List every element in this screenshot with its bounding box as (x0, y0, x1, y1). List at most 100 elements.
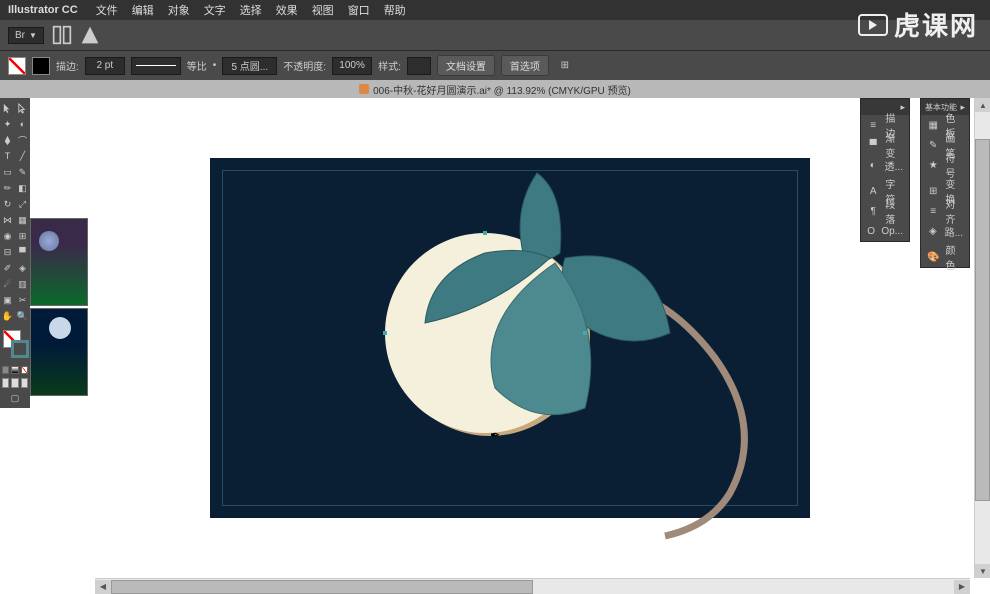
panel-gradient[interactable]: ▀渐变 (861, 135, 909, 155)
work-area: ✦◐ ⌒ T╱ ▭✎ ✏◧ ↻⤢ ⋈▦ ◉⊞ ⊟▀ ✐◈ ☄▥ ▣✂ ✋🔍 ▢ (0, 98, 990, 594)
shaper-tool[interactable]: ✏ (0, 180, 15, 196)
rotate-tool[interactable]: ↻ (0, 196, 15, 212)
color-mode-none[interactable] (21, 366, 28, 374)
document-title: 006-中秋-花好月圆演示.ai* @ 113.92% (CMYK/GPU 预览… (373, 82, 631, 97)
stroke-color-icon[interactable] (11, 340, 29, 358)
anchor-point (483, 231, 487, 235)
draw-behind[interactable] (11, 378, 18, 388)
menu-effect[interactable]: 效果 (276, 2, 298, 18)
character-panel-icon: A (867, 184, 879, 198)
eraser-tool[interactable]: ◧ (15, 180, 30, 196)
paintbrush-tool[interactable]: ✎ (15, 164, 30, 180)
document-tab[interactable]: 006-中秋-花好月圆演示.ai* @ 113.92% (CMYK/GPU 预览… (359, 82, 631, 97)
menu-select[interactable]: 选择 (240, 2, 262, 18)
app-bar: Br▼ (0, 20, 990, 50)
color-mode-solid[interactable] (2, 366, 9, 374)
blend-tool[interactable]: ◈ (15, 260, 30, 276)
color-panel-icon: ▦ (927, 118, 939, 132)
canvas-viewport[interactable]: ✒ (95, 98, 970, 574)
menu-object[interactable]: 对象 (168, 2, 190, 18)
panel-align[interactable]: ≡对齐 (921, 201, 969, 221)
transform-panel-icon: ⊞ (927, 184, 939, 198)
style-dropdown[interactable] (407, 57, 431, 75)
graph-tool[interactable]: ▥ (15, 276, 30, 292)
scroll-left-button[interactable]: ◀ (95, 580, 111, 594)
anchor-point (583, 331, 587, 335)
perspective-tool[interactable]: ⊞ (15, 228, 30, 244)
bridge-dropdown[interactable]: Br▼ (8, 27, 44, 44)
app-name: Illustrator CC (8, 4, 78, 16)
line-tool[interactable]: ╱ (15, 148, 30, 164)
align-icon[interactable]: ⊞ (555, 56, 575, 76)
artboard-tool[interactable]: ▣ (0, 292, 15, 308)
scroll-thumb-v[interactable] (975, 139, 990, 501)
fill-swatch[interactable] (8, 57, 26, 75)
stroke-profile-label: 等比 (187, 58, 207, 73)
shape-builder-tool[interactable]: ◉ (0, 228, 15, 244)
menu-window[interactable]: 窗口 (348, 2, 370, 18)
selection-tool[interactable] (0, 100, 15, 116)
leaf-top (520, 173, 561, 261)
panel-group-left: ▸ ≡描边 ▀渐变 ◐透... A字符 ¶段落 OOp... (860, 98, 910, 242)
vertical-scrollbar[interactable]: ▲ ▼ (974, 98, 990, 578)
gpu-icon[interactable] (80, 25, 100, 45)
style-label: 样式: (378, 58, 401, 73)
lasso-tool[interactable]: ◐ (15, 116, 30, 132)
screen-mode-button[interactable]: ▢ (0, 390, 30, 406)
zoom-tool[interactable]: 🔍 (15, 308, 30, 324)
slice-tool[interactable]: ✂ (15, 292, 30, 308)
artboard-thumbnails (30, 218, 90, 398)
scroll-up-button[interactable]: ▲ (975, 98, 990, 112)
panel-pathfinder[interactable]: ◈路... (921, 221, 969, 241)
draw-normal[interactable] (2, 378, 9, 388)
width-tool[interactable]: ⋈ (0, 212, 15, 228)
draw-inside[interactable] (21, 378, 28, 388)
menu-view[interactable]: 视图 (312, 2, 334, 18)
type-tool[interactable]: T (0, 148, 15, 164)
brush-dropdown[interactable]: 5 点圆... (222, 57, 277, 75)
hand-tool[interactable]: ✋ (0, 308, 15, 324)
preferences-button[interactable]: 首选项 (501, 55, 549, 76)
pen-cursor-icon: ✒ (490, 428, 500, 442)
artwork (95, 98, 965, 574)
scroll-down-button[interactable]: ▼ (975, 564, 990, 578)
stroke-weight-input[interactable]: 2 pt (85, 57, 125, 75)
eyedropper-tool[interactable]: ✐ (0, 260, 15, 276)
anchor-point (383, 331, 387, 335)
watermark-text: 虎课网 (894, 6, 978, 43)
scroll-right-button[interactable]: ▶ (954, 580, 970, 594)
menu-edit[interactable]: 编辑 (132, 2, 154, 18)
scroll-thumb-h[interactable] (111, 580, 533, 594)
menu-type[interactable]: 文字 (204, 2, 226, 18)
panel-group-right: 基本功能▸ ▦色板 ✎画笔 ★符号 ⊞变换 ≡对齐 ◈路... 🎨颜色 (920, 98, 970, 268)
gradient-tool[interactable]: ▀ (15, 244, 30, 260)
transparency-panel-icon: ◐ (867, 158, 879, 172)
menu-file[interactable]: 文件 (96, 2, 118, 18)
free-transform-tool[interactable]: ▦ (15, 212, 30, 228)
document-setup-button[interactable]: 文档设置 (437, 55, 495, 76)
rectangle-tool[interactable]: ▭ (0, 164, 15, 180)
direct-selection-tool[interactable] (15, 100, 30, 116)
magic-wand-tool[interactable]: ✦ (0, 116, 15, 132)
stroke-profile-dropdown[interactable] (131, 57, 181, 75)
panel-swatches[interactable]: 🎨颜色 (921, 247, 969, 267)
curvature-tool[interactable]: ⌒ (15, 132, 30, 148)
menu-help[interactable]: 帮助 (384, 2, 406, 18)
horizontal-scrollbar[interactable]: ◀ ▶ (95, 578, 970, 594)
gradient-panel-icon: ▀ (867, 138, 879, 152)
mesh-tool[interactable]: ⊟ (0, 244, 15, 260)
toolbox: ✦◐ ⌒ T╱ ▭✎ ✏◧ ↻⤢ ⋈▦ ◉⊞ ⊟▀ ✐◈ ☄▥ ▣✂ ✋🔍 ▢ (0, 98, 30, 408)
scale-tool[interactable]: ⤢ (15, 196, 30, 212)
arrange-docs-icon[interactable] (52, 25, 72, 45)
stroke-swatch[interactable] (32, 57, 50, 75)
fill-stroke-control[interactable] (0, 328, 30, 364)
panel-transparency[interactable]: ◐透... (861, 155, 909, 175)
color-mode-gradient[interactable] (11, 366, 18, 374)
symbol-sprayer-tool[interactable]: ☄ (0, 276, 15, 292)
thumbnail-2[interactable] (30, 308, 88, 396)
thumbnail-1[interactable] (30, 218, 88, 306)
panel-symbols[interactable]: ★符号 (921, 155, 969, 175)
opacity-input[interactable]: 100% (332, 57, 372, 75)
pen-tool[interactable] (0, 132, 15, 148)
panel-paragraph[interactable]: ¶段落 (861, 201, 909, 221)
